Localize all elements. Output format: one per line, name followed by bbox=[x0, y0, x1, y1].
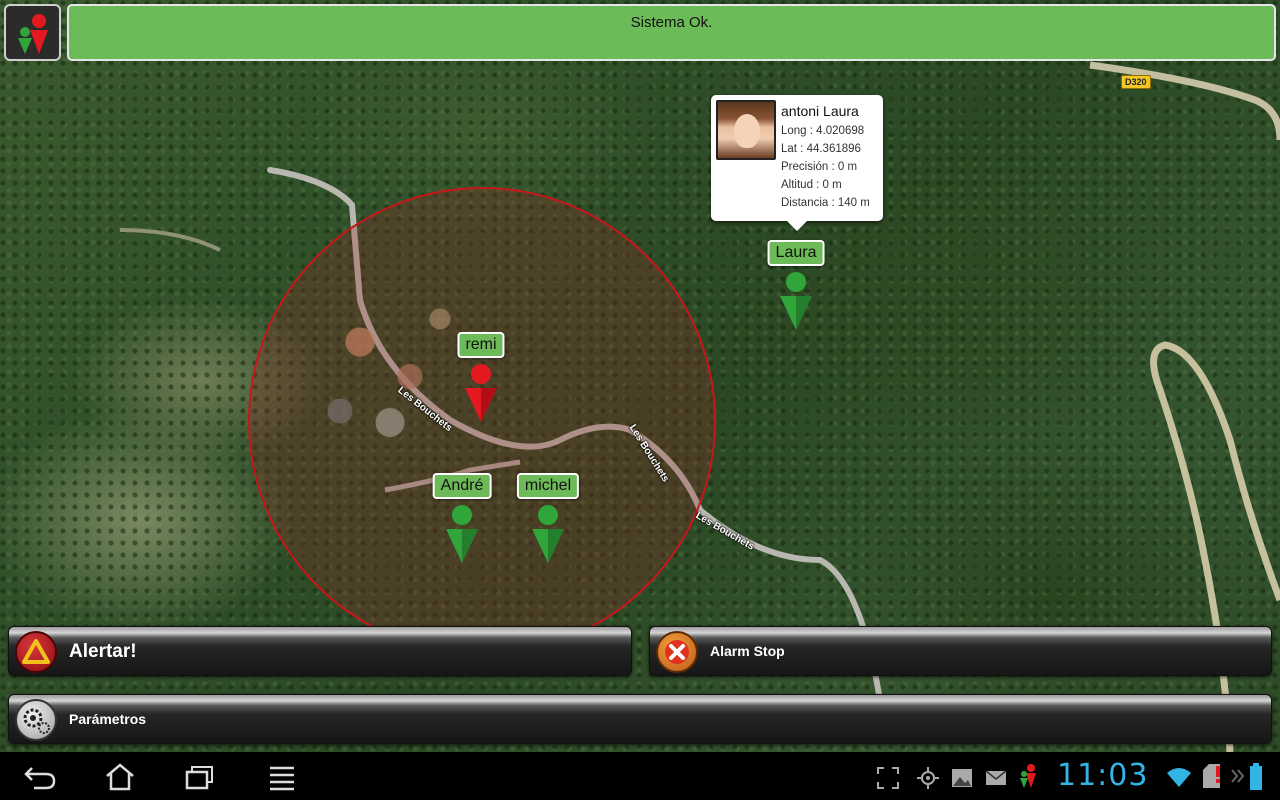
popup-altitude: Altitud : 0 m bbox=[781, 179, 842, 191]
marker-label: Laura bbox=[767, 240, 825, 266]
mail-icon[interactable] bbox=[984, 766, 1008, 790]
status-message: Sistema Ok. bbox=[630, 14, 713, 31]
app-logo-button[interactable] bbox=[4, 4, 61, 61]
settings-label: Parámetros bbox=[69, 711, 147, 727]
menu-icon[interactable] bbox=[268, 762, 296, 792]
fullscreen-icon[interactable] bbox=[876, 766, 900, 790]
battery-icon bbox=[1250, 763, 1262, 790]
popup-precision: Precisión : 0 m bbox=[781, 161, 858, 173]
chevron-icon bbox=[1231, 769, 1245, 783]
close-x-icon bbox=[656, 631, 698, 673]
user-info-popup[interactable]: antoni Laura Long : 4.020698 Lat : 44.36… bbox=[711, 95, 883, 231]
alarm-stop-button[interactable]: Alarm Stop bbox=[649, 626, 1272, 676]
marker-michel[interactable]: michel bbox=[516, 473, 580, 565]
alert-button[interactable]: Alertar! bbox=[8, 626, 632, 676]
wifi-icon bbox=[1167, 768, 1191, 787]
popup-distance: Distancia : 140 m bbox=[781, 197, 870, 209]
recent-apps-icon[interactable] bbox=[184, 762, 216, 792]
clock: 11:03 bbox=[1057, 758, 1149, 793]
popup-user-name: antoni Laura bbox=[781, 103, 859, 119]
user-avatar bbox=[716, 100, 776, 160]
gear-icon bbox=[15, 699, 57, 741]
alarm-stop-label: Alarm Stop bbox=[710, 643, 785, 659]
alert-label: Alertar! bbox=[69, 641, 137, 662]
system-status-bar: Sistema Ok. bbox=[67, 4, 1276, 61]
marker-laura[interactable]: Laura bbox=[767, 240, 825, 332]
app-notification-icon[interactable] bbox=[1016, 762, 1042, 792]
road-number-badge: D320 bbox=[1121, 75, 1151, 89]
settings-button[interactable]: Parámetros bbox=[8, 694, 1272, 744]
gps-icon[interactable] bbox=[916, 766, 940, 790]
marker-label: André bbox=[432, 473, 492, 499]
popup-latitude: Lat : 44.361896 bbox=[781, 143, 861, 155]
sd-card-alert-icon bbox=[1203, 764, 1220, 788]
red-pin-icon bbox=[465, 364, 497, 422]
green-pin-icon bbox=[446, 505, 478, 563]
green-pin-icon bbox=[780, 272, 812, 330]
gallery-icon[interactable] bbox=[950, 766, 974, 790]
marker-andre[interactable]: André bbox=[432, 473, 492, 565]
android-system-bar: 11:03 bbox=[0, 752, 1280, 800]
green-pin-icon bbox=[532, 505, 564, 563]
marker-label: remi bbox=[457, 332, 505, 358]
warning-icon bbox=[15, 631, 57, 673]
people-pins-icon bbox=[18, 14, 48, 54]
marker-remi[interactable]: remi bbox=[457, 332, 505, 424]
popup-longitude: Long : 4.020698 bbox=[781, 125, 865, 137]
home-icon[interactable] bbox=[104, 762, 136, 792]
back-icon[interactable] bbox=[22, 762, 58, 792]
marker-label: michel bbox=[516, 473, 580, 499]
